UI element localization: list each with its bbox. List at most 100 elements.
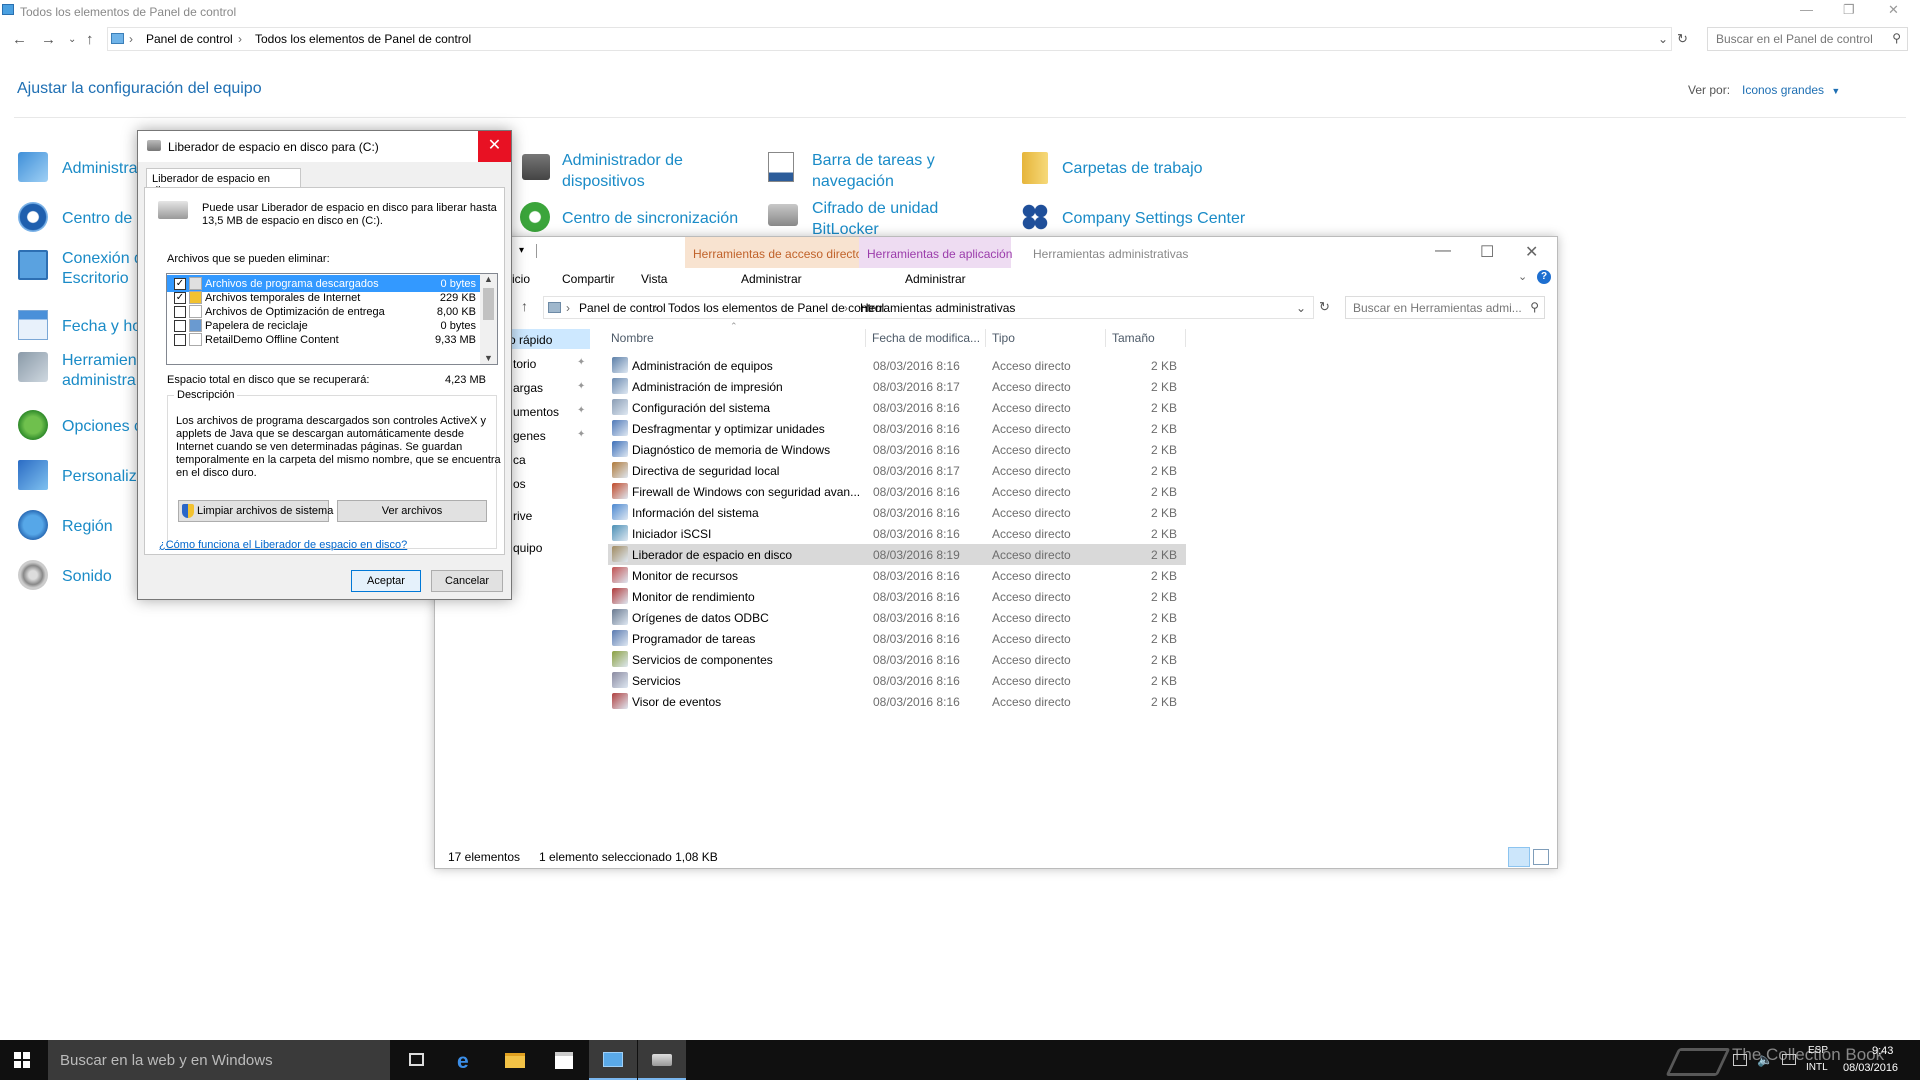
scroll-up-icon[interactable]: ▲ [484, 274, 493, 284]
task-view-icon[interactable] [392, 1040, 440, 1080]
keyboard-language[interactable]: ESP [1808, 1045, 1828, 1056]
details-view-icon[interactable] [1508, 847, 1530, 867]
close-icon[interactable]: ✕ [1888, 2, 1899, 18]
scroll-down-icon[interactable]: ▼ [484, 353, 493, 363]
clock-time[interactable]: 9:43 [1872, 1045, 1893, 1057]
cell-type: Acceso directo [992, 548, 1071, 562]
search-input[interactable]: Buscar en Herramientas admi... ⚲ [1345, 296, 1545, 319]
checkbox[interactable] [174, 334, 186, 346]
chevron-down-icon[interactable]: ⌄ [1658, 32, 1668, 46]
breadcrumb-item[interactable]: Panel de control [579, 301, 666, 315]
nav-item[interactable]: rive [513, 509, 532, 523]
table-row[interactable]: Administración de impresión 08/03/2016 8:… [608, 376, 1186, 397]
table-row[interactable]: Administración de equipos 08/03/2016 8:16… [608, 355, 1186, 376]
cell-size: 2 KB [1151, 443, 1178, 457]
table-row[interactable]: Directiva de seguridad local 08/03/2016 8… [608, 460, 1186, 481]
ribbon-expand-chevron-icon[interactable]: ⌄ [1518, 270, 1527, 283]
store-icon[interactable] [540, 1040, 588, 1080]
breadcrumb-item[interactable]: Herramientas administrativas [860, 301, 1015, 315]
table-row[interactable]: Diagnóstico de memoria de Windows 08/03/2… [608, 439, 1186, 460]
up-arrow-icon[interactable]: ↑ [86, 31, 94, 48]
table-row[interactable]: Monitor de rendimiento 08/03/2016 8:16 Acc… [608, 586, 1186, 607]
refresh-icon[interactable]: ↻ [1677, 31, 1688, 47]
cancel-button[interactable]: Cancelar [431, 570, 503, 592]
breadcrumb-item[interactable]: Todos los elementos de Panel de control [668, 301, 884, 315]
view-files-button[interactable]: Ver archivos [337, 500, 487, 522]
breadcrumb-item[interactable]: Todos los elementos de Panel de control [255, 32, 471, 46]
table-row[interactable]: Información del sistema 08/03/2016 8:16 Ac… [608, 502, 1186, 523]
table-row[interactable]: Orígenes de datos ODBC 08/03/2016 8:16 Acc… [608, 607, 1186, 628]
breadcrumb[interactable]: › Panel de control › Todos los elementos… [543, 296, 1314, 319]
nav-item[interactable]: argas [513, 381, 543, 395]
ok-button[interactable]: Aceptar [351, 570, 421, 592]
action-center-icon[interactable] [1733, 1054, 1747, 1066]
close-button[interactable]: ✕ [478, 131, 511, 162]
maximize-icon[interactable]: ☐ [1480, 242, 1494, 262]
control-panel-taskbar-icon[interactable] [589, 1040, 637, 1080]
table-row[interactable]: Servicios 08/03/2016 8:16 Acceso directo 2 … [608, 670, 1186, 691]
column-header-size[interactable]: Tamaño [1112, 331, 1155, 345]
nav-item[interactable]: os [513, 477, 526, 491]
refresh-icon[interactable]: ↻ [1319, 299, 1330, 315]
breadcrumb-item[interactable]: Panel de control [146, 32, 233, 46]
ribbon-tab-compartir[interactable]: Compartir [562, 272, 615, 286]
sort-ascending-icon: ⌃ [730, 321, 738, 331]
clock-date[interactable]: 08/03/2016 [1843, 1062, 1898, 1074]
keyboard-layout[interactable]: INTL [1806, 1062, 1828, 1073]
taskbar-search-input[interactable]: Buscar en la web y en Windows [48, 1040, 390, 1080]
scroll-thumb[interactable] [483, 288, 494, 320]
forward-arrow-icon[interactable]: → [41, 31, 56, 48]
column-header-date[interactable]: Fecha de modifica... [872, 331, 980, 345]
back-arrow-icon[interactable]: ← [12, 31, 27, 48]
recent-chevron-down-icon[interactable]: ⌄ [68, 34, 76, 45]
restore-icon[interactable]: ❐ [1843, 2, 1855, 18]
context-tab-shortcut-tools[interactable]: Herramientas de acceso directo [685, 237, 862, 268]
column-header-name[interactable]: Nombre [611, 331, 654, 345]
close-icon[interactable]: ✕ [1525, 242, 1538, 262]
nav-item[interactable]: quipo [513, 541, 542, 555]
ribbon-tab-inicio[interactable]: icio [512, 272, 530, 286]
large-icons-view-icon[interactable] [1533, 849, 1549, 865]
cell-name: Firewall de Windows con seguridad avan..… [632, 485, 861, 499]
tab-disk-cleanup[interactable]: Liberador de espacio en disco [146, 168, 301, 197]
volume-icon[interactable]: 🔈 [1757, 1052, 1773, 1068]
breadcrumb[interactable]: › Panel de control › Todos los elementos… [107, 27, 1672, 51]
ribbon-tab-administrar-shortcut[interactable]: Administrar [741, 272, 802, 286]
view-by-select[interactable]: Iconos grandes ▼ [1742, 83, 1840, 97]
table-row[interactable]: Programador de tareas 08/03/2016 8:16 Acce… [608, 628, 1186, 649]
disk-cleanup-taskbar-icon[interactable] [638, 1040, 686, 1080]
clean-system-files-button[interactable]: Limpiar archivos de sistema [178, 500, 333, 522]
chevron-down-icon[interactable]: ⌄ [1296, 301, 1306, 315]
nav-item[interactable]: umentos [513, 405, 559, 419]
shortcut-file-icon [612, 546, 628, 562]
context-tab-application-tools[interactable]: Herramientas de aplicación [859, 237, 1012, 268]
table-row[interactable]: Iniciador iSCSI 08/03/2016 8:16 Acceso dir… [608, 523, 1186, 544]
table-row[interactable]: Firewall de Windows con seguridad avan..… [608, 481, 1186, 502]
start-windows-icon[interactable] [14, 1052, 30, 1068]
table-row[interactable]: Desfragmentar y optimizar unidades 08/03/… [608, 418, 1186, 439]
table-row[interactable]: Servicios de componentes 08/03/2016 8:16 A… [608, 649, 1186, 670]
network-icon[interactable] [1782, 1054, 1796, 1065]
files-to-delete-list[interactable]: ✓ Archivos de programa descargados 0 bytes… [166, 273, 498, 365]
minimize-icon[interactable]: — [1800, 2, 1813, 17]
table-row[interactable]: Monitor de recursos 08/03/2016 8:16 Acceso… [608, 565, 1186, 586]
table-row[interactable]: Liberador de espacio en disco 08/03/2016 … [608, 544, 1186, 565]
edge-browser-icon[interactable]: e [443, 1040, 491, 1080]
ribbon-tab-administrar-app[interactable]: Administrar [905, 272, 966, 286]
minimize-icon[interactable]: — [1435, 242, 1451, 260]
nav-item[interactable]: torio [513, 357, 536, 371]
nav-item[interactable]: o rápido [509, 333, 552, 347]
column-header-type[interactable]: Tipo [992, 331, 1015, 345]
search-input[interactable]: Buscar en el Panel de control ⚲ [1707, 27, 1908, 51]
up-arrow-icon[interactable]: ↑ [521, 298, 528, 314]
nav-item[interactable]: genes [513, 429, 546, 443]
table-row[interactable]: Configuración del sistema 08/03/2016 8:16… [608, 397, 1186, 418]
table-row[interactable]: Visor de eventos 08/03/2016 8:16 Acceso di… [608, 691, 1186, 712]
ribbon-tab-vista[interactable]: Vista [641, 272, 667, 286]
quick-access-dropdown-icon[interactable]: ▾ [519, 245, 524, 256]
help-icon[interactable]: ? [1537, 270, 1551, 284]
list-item[interactable]: RetailDemo Offline Content 9,33 MB [167, 331, 482, 348]
nav-item[interactable]: ca [513, 453, 526, 467]
help-link[interactable]: ¿Cómo funciona el Liberador de espacio e… [159, 539, 407, 551]
file-explorer-icon[interactable] [491, 1040, 539, 1080]
